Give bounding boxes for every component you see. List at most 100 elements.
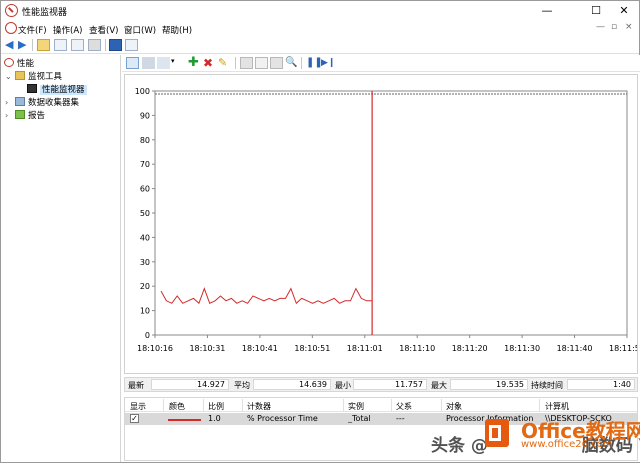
duration-value: 1:40 bbox=[567, 379, 635, 390]
window-title: 性能监视器 bbox=[22, 8, 68, 18]
header-scale[interactable]: 比例 bbox=[208, 401, 224, 412]
column-divider bbox=[391, 399, 392, 411]
perfmon-node-icon bbox=[4, 58, 14, 67]
delete-counter-icon[interactable]: ✖ bbox=[203, 57, 216, 69]
y-tick-label: 80 bbox=[140, 136, 150, 145]
graph-type-dropdown-icon[interactable]: ▾ bbox=[171, 57, 179, 69]
minimum-label: 最小 bbox=[335, 381, 351, 390]
tree-item-performance-monitor[interactable]: 性能监视器 bbox=[27, 84, 87, 96]
y-tick-label: 10 bbox=[140, 307, 150, 316]
x-tick-label: 18:11:01 bbox=[347, 344, 383, 353]
header-computer[interactable]: 计算机 bbox=[545, 401, 569, 412]
expand-reports-icon[interactable]: › bbox=[5, 111, 8, 120]
show-checkbox[interactable]: ✓ bbox=[130, 414, 139, 423]
show-hide-action-pane-icon[interactable] bbox=[125, 39, 138, 51]
title-bar: 性能监视器 — ☐ ✕ bbox=[1, 1, 639, 21]
zoom-icon[interactable]: 🔍 bbox=[285, 57, 298, 69]
menu-window[interactable]: 窗口(W) bbox=[124, 24, 156, 36]
plot-frame bbox=[154, 90, 628, 336]
properties-icon[interactable] bbox=[270, 57, 283, 69]
tree-item-reports[interactable]: 报告 bbox=[15, 110, 45, 122]
y-tick-label: 90 bbox=[140, 111, 150, 120]
menu-bar: 文件(F) 操作(A) 查看(V) 窗口(W) 帮助(H) — ▫ × bbox=[1, 21, 639, 37]
average-value: 14.639 bbox=[253, 379, 331, 390]
last-label: 最新 bbox=[128, 381, 144, 390]
perfmon-window: 性能监视器 — ☐ ✕ 文件(F) 操作(A) 查看(V) 窗口(W) 帮助(H… bbox=[0, 0, 640, 463]
counter-scale: 1.0 bbox=[208, 414, 221, 423]
update-data-icon[interactable]: ▶❙ bbox=[321, 57, 335, 69]
header-show[interactable]: 显示 bbox=[130, 401, 146, 412]
toolbar-separator bbox=[32, 39, 33, 51]
x-tick-label: 18:10:51 bbox=[294, 344, 330, 353]
statistics-bar: 最新 14.927 平均 14.639 最小 11.757 最大 19.535 … bbox=[124, 377, 638, 392]
header-counter[interactable]: 计数器 bbox=[247, 401, 271, 412]
paste-counter-list-icon[interactable] bbox=[255, 57, 268, 69]
forward-arrow-icon[interactable]: ▶ bbox=[18, 38, 26, 51]
y-tick-label: 40 bbox=[140, 233, 150, 242]
last-value: 14.927 bbox=[151, 379, 229, 390]
watermark-site: www.office26.com bbox=[521, 439, 613, 450]
menu-view[interactable]: 查看(V) bbox=[89, 24, 118, 36]
maximum-value: 19.535 bbox=[450, 379, 528, 390]
export-list-icon[interactable] bbox=[88, 39, 101, 51]
mdi-restore-button[interactable]: ▫ bbox=[611, 22, 617, 32]
header-object[interactable]: 对象 bbox=[446, 401, 462, 412]
header-parent[interactable]: 父系 bbox=[396, 401, 412, 412]
show-hide-tree-icon[interactable] bbox=[54, 39, 67, 51]
view-log-data-icon[interactable] bbox=[142, 57, 155, 69]
column-divider bbox=[441, 399, 442, 411]
minimum-value: 11.757 bbox=[353, 379, 427, 390]
maximize-button[interactable]: ☐ bbox=[581, 1, 611, 21]
x-tick-label: 18:10:16 bbox=[137, 344, 173, 353]
counter-parent: --- bbox=[396, 414, 405, 423]
highlight-icon[interactable]: ✎ bbox=[218, 57, 231, 69]
column-divider bbox=[242, 399, 243, 411]
report-icon bbox=[15, 110, 25, 119]
column-divider bbox=[343, 399, 344, 411]
x-tick-label: 18:11:40 bbox=[557, 344, 593, 353]
toolbar-separator bbox=[105, 39, 106, 51]
properties-icon[interactable] bbox=[71, 39, 84, 51]
y-tick-label: 0 bbox=[145, 331, 150, 340]
y-tick-label: 60 bbox=[140, 185, 150, 194]
duration-label: 持续时间 bbox=[531, 381, 563, 390]
perfmon-app-icon bbox=[5, 4, 18, 17]
tree-item-performance[interactable]: 性能 bbox=[4, 58, 34, 70]
maximum-label: 最大 bbox=[431, 381, 447, 390]
close-button[interactable]: ✕ bbox=[609, 1, 639, 21]
up-folder-icon[interactable] bbox=[37, 39, 50, 51]
add-counter-icon[interactable]: ✚ bbox=[188, 56, 201, 69]
copy-properties-icon[interactable] bbox=[240, 57, 253, 69]
performance-graph[interactable]: 0 10 20 30 40 50 60 70 80 90 100 18:10:16 18:10:31 18… bbox=[124, 74, 638, 374]
x-tick-label: 18:11:20 bbox=[452, 344, 488, 353]
minimize-button[interactable]: — bbox=[532, 1, 562, 21]
monitor-chart-icon bbox=[27, 84, 37, 93]
perfmon-menu-icon[interactable] bbox=[5, 22, 17, 34]
line-graph: 0 10 20 30 40 50 60 70 80 90 100 18:10:16 18:10:31 18… bbox=[135, 87, 637, 353]
performance-monitor-pane: ▾ ✚ ✖ ✎ 🔍 ❚❚ ▶❙ 0 10 20 30 40 50 60 70 80 90 100 18… bbox=[122, 55, 640, 462]
help-icon[interactable] bbox=[109, 39, 122, 51]
back-arrow-icon[interactable]: ◀ bbox=[5, 38, 13, 51]
x-tick-label: 18:11:54 bbox=[609, 344, 637, 353]
change-graph-type-icon[interactable] bbox=[157, 57, 170, 69]
navigation-tree: 性能 ⌄ 监视工具 性能监视器 › 数据收集器集 › 报告 bbox=[1, 55, 121, 462]
folder-icon bbox=[15, 71, 25, 80]
header-instance[interactable]: 实例 bbox=[348, 401, 364, 412]
mdi-close-button[interactable]: × bbox=[625, 22, 633, 32]
y-tick-label: 100 bbox=[135, 87, 150, 96]
expand-monitoring-tools-icon[interactable]: ⌄ bbox=[5, 72, 12, 81]
view-current-activity-icon[interactable] bbox=[126, 57, 139, 69]
column-divider bbox=[163, 399, 164, 411]
menu-file[interactable]: 文件(F) bbox=[18, 24, 47, 36]
freeze-display-icon[interactable]: ❚❚ bbox=[306, 57, 323, 69]
counter-instance: _Total bbox=[348, 414, 371, 423]
menu-help[interactable]: 帮助(H) bbox=[162, 24, 192, 36]
header-color[interactable]: 颜色 bbox=[169, 401, 185, 412]
menu-action[interactable]: 操作(A) bbox=[53, 24, 82, 36]
expand-data-collector-sets-icon[interactable]: › bbox=[5, 98, 8, 107]
tree-item-data-collector-sets[interactable]: 数据收集器集 bbox=[15, 97, 79, 109]
mdi-minimize-button[interactable]: — bbox=[596, 22, 605, 32]
average-label: 平均 bbox=[234, 381, 250, 390]
y-tick-label: 30 bbox=[140, 258, 150, 267]
tree-item-monitoring-tools[interactable]: 监视工具 bbox=[15, 71, 62, 83]
